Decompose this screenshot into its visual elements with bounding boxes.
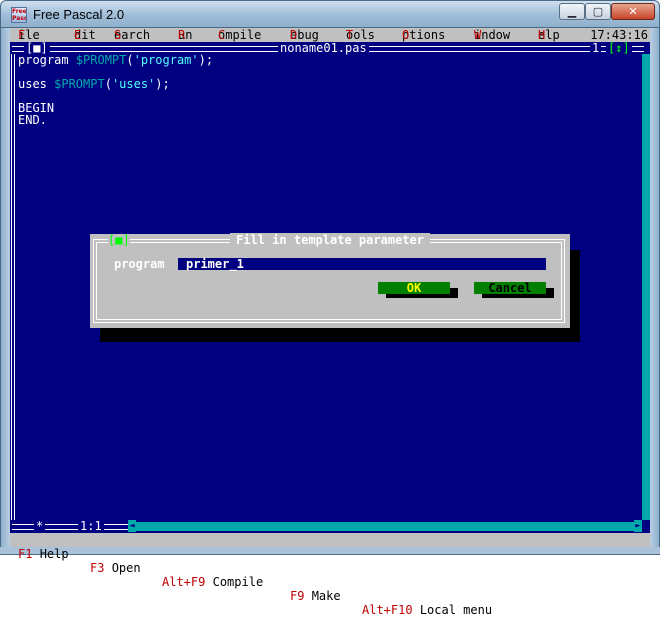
menu-help[interactable]: Help (538, 28, 560, 42)
menu-run[interactable]: Run (178, 28, 192, 42)
editor-bottom-bar: * 1:1 ◄ ► (10, 520, 650, 532)
status-local-menu[interactable]: Alt+F10 Local menu (362, 603, 492, 617)
window-frame-bottom (0, 547, 660, 555)
menu-tools[interactable]: Tools (346, 28, 375, 42)
horizontal-scrollbar[interactable] (130, 522, 638, 531)
menu-edit[interactable]: Edit (74, 28, 96, 42)
cursor-position: 1:1 (78, 519, 104, 533)
scroll-left-arrow[interactable]: ◄ (128, 520, 136, 532)
editor-window-number: 1 (590, 41, 602, 55)
window-title: Free Pascal 2.0 (33, 7, 125, 22)
menu-compile[interactable]: Compile (218, 28, 261, 42)
menu-window[interactable]: Window (474, 28, 510, 42)
param-label: program (114, 257, 165, 271)
ide-console: File Edit Search Run Compile Debug Tools… (10, 28, 650, 617)
ok-button[interactable]: OK (378, 282, 450, 294)
menu-options[interactable]: Options (402, 28, 445, 42)
scroll-right-arrow[interactable]: ► (634, 520, 642, 532)
dialog-title: Fill in template parameter (230, 233, 430, 247)
editor-border-left (11, 54, 15, 520)
status-compile[interactable]: Alt+F9 Compile (162, 575, 263, 589)
menu-file[interactable]: File (18, 28, 40, 42)
maximize-button[interactable]: ▢ (585, 3, 611, 20)
vertical-scrollbar[interactable] (642, 54, 650, 520)
clock: 17:43:16 (590, 28, 648, 42)
free-pascal-app-icon[interactable]: Free Pascal (11, 7, 27, 23)
status-make[interactable]: F9 Make (290, 589, 341, 603)
code-line-1[interactable]: program $PROMPT('program'); (18, 54, 213, 66)
menu-bar: File Edit Search Run Compile Debug Tools… (10, 28, 650, 42)
close-button[interactable]: ✕ (611, 3, 655, 20)
window-frame-left (0, 28, 10, 555)
code-line-4[interactable]: END. (18, 114, 47, 126)
window-frame-right (650, 28, 660, 555)
modified-marker: * (34, 519, 46, 533)
editor-zoom-box[interactable]: [↕] (606, 42, 632, 54)
status-help[interactable]: F1 Help (18, 547, 69, 561)
param-input[interactable]: primer_1 (178, 258, 546, 270)
status-open[interactable]: F3 Open (90, 561, 141, 575)
menu-search[interactable]: Search (114, 28, 150, 42)
editor-filename: noname01.pas (278, 41, 369, 55)
dialog-close-box[interactable]: [■] (108, 234, 130, 246)
cancel-button[interactable]: Cancel (474, 282, 546, 294)
minimize-button[interactable]: ▁ (559, 3, 585, 20)
window-titlebar[interactable]: Free Pascal Free Pascal 2.0 ▁ ▢ ✕ (0, 0, 660, 28)
code-line-2[interactable]: uses $PROMPT('uses'); (18, 78, 170, 90)
app-window: Free Pascal Free Pascal 2.0 ▁ ▢ ✕ File E… (0, 0, 660, 617)
status-bar: F1 Help F3 Open Alt+F9 Compile F9 Make A… (10, 533, 650, 617)
template-parameter-dialog: Fill in template parameter [■] program p… (90, 233, 570, 328)
menu-debug[interactable]: Debug (290, 28, 319, 42)
